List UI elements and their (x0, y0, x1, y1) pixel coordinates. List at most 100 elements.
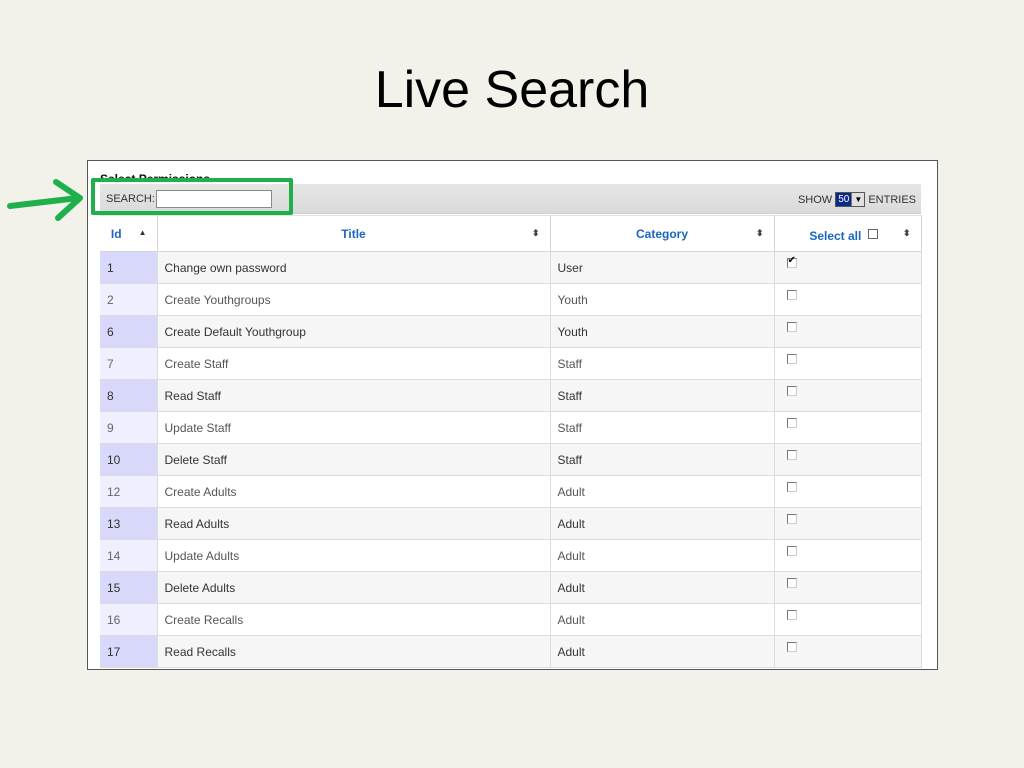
row-category: Adult (550, 539, 775, 572)
row-title: Update Staff (157, 411, 551, 444)
row-category: Adult (550, 507, 775, 540)
table-row[interactable]: 7 Create Staff Staff (100, 347, 922, 380)
row-title: Update Adults (157, 539, 551, 572)
row-category: Staff (550, 411, 775, 444)
row-title: Create Staff (157, 347, 551, 380)
row-checkbox[interactable] (786, 353, 797, 364)
sort-ascending-icon: ▲ (138, 228, 147, 237)
permissions-screenshot: Select Permissions SEARCH: SHOW 50 ▼ ENT… (87, 160, 938, 670)
row-select-cell (774, 283, 922, 316)
row-checkbox[interactable] (786, 289, 797, 300)
table-row[interactable]: 15 Delete Adults Adult (100, 571, 922, 604)
row-select-cell (774, 635, 922, 668)
table-row[interactable]: 14 Update Adults Adult (100, 539, 922, 572)
entries-label: ENTRIES (868, 193, 916, 206)
row-title: Create Default Youthgroup (157, 315, 551, 348)
page-size-control: SHOW 50 ▼ ENTRIES (798, 192, 916, 207)
table-row[interactable]: 8 Read Staff Staff (100, 379, 922, 412)
slide-title: Live Search (374, 61, 650, 119)
table-row[interactable]: 13 Read Adults Adult (100, 507, 922, 540)
row-select-cell (774, 251, 922, 284)
table-row[interactable]: 12 Create Adults Adult (100, 475, 922, 508)
table-row[interactable]: 17 Read Recalls Adult (100, 635, 922, 668)
row-checkbox[interactable] (786, 417, 797, 428)
table-row[interactable]: 9 Update Staff Staff (100, 411, 922, 444)
panel-heading: Select Permissions (100, 172, 211, 179)
show-label: SHOW (797, 193, 833, 206)
row-category: Adult (550, 571, 775, 604)
table-row[interactable]: 10 Delete Staff Staff (100, 443, 922, 476)
row-id: 6 (100, 315, 158, 348)
select-all-checkbox[interactable] (867, 228, 878, 239)
table-row[interactable]: 6 Create Default Youthgroup Youth (100, 315, 922, 348)
sort-icon: ⬍ (531, 228, 540, 238)
row-title: Create Recalls (157, 603, 551, 636)
search-input[interactable] (156, 190, 272, 208)
row-select-cell (774, 411, 922, 444)
column-label-select-all: Select all (809, 228, 862, 243)
row-title: Change own password (157, 251, 551, 284)
row-id: 12 (100, 475, 158, 508)
row-id: 8 (100, 379, 158, 412)
row-id: 2 (100, 283, 158, 316)
row-id: 1 (100, 251, 158, 284)
row-category: Youth (550, 315, 775, 348)
row-checkbox[interactable] (786, 609, 797, 620)
table-row[interactable]: 2 Create Youthgroups Youth (100, 283, 922, 316)
row-id: 14 (100, 539, 158, 572)
table-row[interactable]: 16 Create Recalls Adult (100, 603, 922, 636)
row-category: Adult (550, 635, 775, 668)
row-checkbox[interactable] (786, 321, 797, 332)
table-toolbar: SEARCH: SHOW 50 ▼ ENTRIES (100, 184, 921, 214)
row-select-cell (774, 507, 922, 540)
row-title: Read Adults (157, 507, 551, 540)
column-header-category[interactable]: Category ⬍ (550, 215, 775, 252)
row-checkbox[interactable] (786, 641, 797, 652)
row-id: 9 (100, 411, 158, 444)
permissions-table: Id ▲ Title ⬍ Category ⬍ Select all ⬍ 1 Ch (100, 215, 922, 668)
row-select-cell (774, 475, 922, 508)
row-title: Create Youthgroups (157, 283, 551, 316)
row-checkbox[interactable] (786, 255, 797, 268)
row-category: Staff (550, 443, 775, 476)
row-checkbox[interactable] (786, 449, 797, 460)
row-select-cell (774, 603, 922, 636)
row-checkbox[interactable] (786, 481, 797, 492)
row-select-cell (774, 443, 922, 476)
search-label: SEARCH: (106, 193, 155, 205)
row-id: 16 (100, 603, 158, 636)
row-title: Delete Adults (157, 571, 551, 604)
row-category: User (550, 251, 775, 284)
row-select-cell (774, 315, 922, 348)
column-label-id: Id (110, 226, 122, 241)
row-id: 10 (100, 443, 158, 476)
arrow-right-icon (7, 179, 83, 221)
row-id: 15 (100, 571, 158, 604)
row-checkbox[interactable] (786, 513, 797, 524)
page-size-select[interactable]: 50 ▼ (835, 192, 866, 207)
row-category: Youth (550, 283, 775, 316)
column-label-title: Title (341, 226, 366, 241)
page-size-value: 50 (836, 193, 852, 206)
column-header-select-all[interactable]: Select all ⬍ (774, 215, 922, 252)
row-category: Adult (550, 603, 775, 636)
row-title: Read Recalls (157, 635, 551, 668)
row-id: 13 (100, 507, 158, 540)
chevron-down-icon[interactable]: ▼ (851, 193, 865, 206)
table-row[interactable]: 1 Change own password User (100, 251, 922, 284)
row-id: 7 (100, 347, 158, 380)
sort-icon: ⬍ (755, 228, 764, 238)
row-id: 17 (100, 635, 158, 668)
row-select-cell (774, 571, 922, 604)
row-checkbox[interactable] (786, 545, 797, 556)
row-select-cell (774, 347, 922, 380)
row-checkbox[interactable] (786, 385, 797, 396)
column-header-title[interactable]: Title ⬍ (157, 215, 551, 252)
column-label-category: Category (635, 226, 688, 241)
row-category: Staff (550, 347, 775, 380)
sort-icon: ⬍ (902, 228, 911, 238)
row-checkbox[interactable] (786, 577, 797, 588)
row-category: Staff (550, 379, 775, 412)
row-category: Adult (550, 475, 775, 508)
column-header-id[interactable]: Id ▲ (100, 215, 158, 252)
